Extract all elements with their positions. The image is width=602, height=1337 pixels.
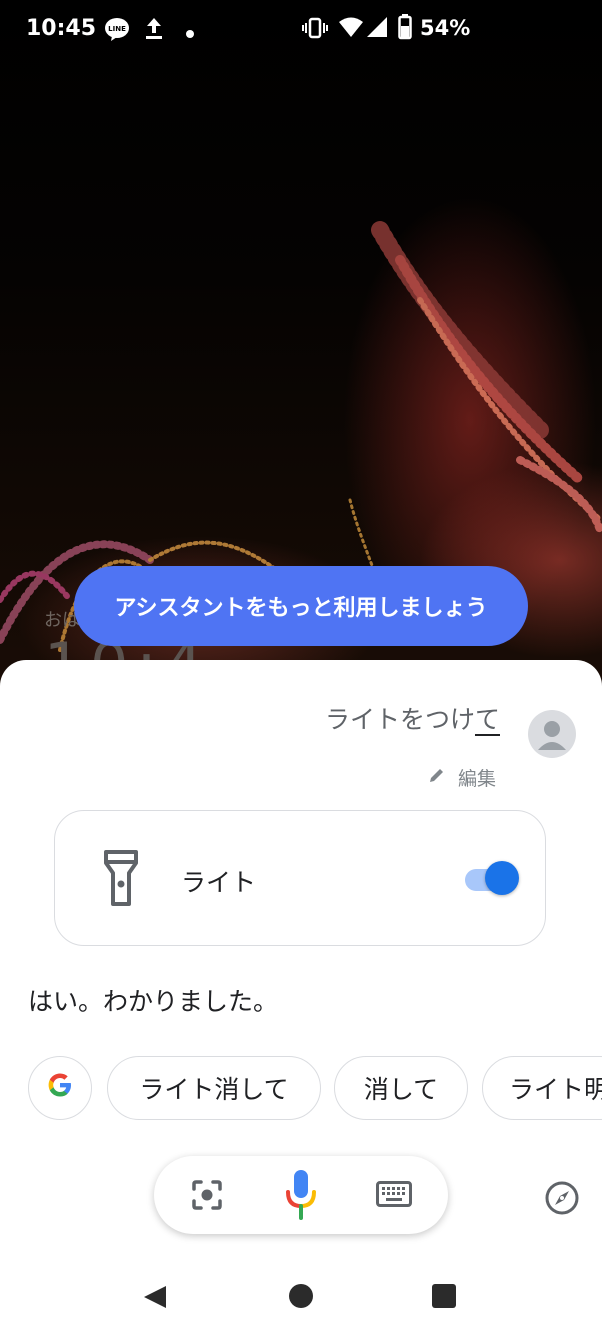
- line-icon: LINE: [104, 17, 130, 45]
- google-search-chip[interactable]: [28, 1056, 92, 1120]
- battery-percent: 54%: [420, 16, 471, 40]
- wifi-icon: [338, 16, 364, 42]
- suggestion-chips: ライト消して 消して ライト明: [0, 1056, 602, 1124]
- home-icon[interactable]: [289, 1284, 313, 1308]
- vibrate-icon: [302, 17, 328, 43]
- query-text-underlined: て: [474, 705, 500, 734]
- avatar[interactable]: [528, 710, 576, 758]
- query-text: ライトをつけ: [324, 705, 475, 734]
- status-time: 10:45: [26, 16, 97, 41]
- assistant-reply: はい。わかりました。: [28, 987, 279, 1016]
- edit-label: 編集: [458, 768, 497, 790]
- flashlight-label: ライト: [181, 868, 257, 897]
- google-icon: [47, 1072, 73, 1104]
- battery-icon: [398, 14, 412, 44]
- suggestion-chip[interactable]: ライト明: [482, 1056, 602, 1120]
- system-nav-bar: [0, 1270, 602, 1330]
- back-icon[interactable]: [142, 1284, 168, 1314]
- status-bar: 10:45 LINE 54%: [0, 0, 602, 58]
- assistant-input-bar: [154, 1156, 448, 1234]
- signal-icon: [366, 16, 388, 42]
- compass-icon[interactable]: [544, 1180, 580, 1220]
- svg-text:LINE: LINE: [108, 25, 126, 33]
- assistant-promo-button[interactable]: アシスタントをもっと利用しましょう: [74, 566, 528, 646]
- suggestion-chip[interactable]: ライト消して: [107, 1056, 321, 1120]
- recents-icon[interactable]: [432, 1284, 456, 1308]
- flashlight-card[interactable]: ライト: [54, 810, 546, 946]
- toggle-thumb: [485, 861, 519, 895]
- assistant-sheet: ライトをつけて 編集 ライト はい。わかりました。 ライト消して 消して ライト…: [0, 660, 602, 1337]
- edit-query-button[interactable]: 編集: [428, 764, 496, 791]
- keyboard-icon[interactable]: [376, 1181, 412, 1211]
- pencil-icon: [428, 766, 446, 789]
- upload-icon: [144, 16, 164, 44]
- flashlight-toggle[interactable]: [461, 861, 519, 897]
- user-query[interactable]: ライトをつけて: [325, 700, 500, 736]
- dot-icon: [185, 24, 195, 43]
- suggestion-chip[interactable]: 消して: [334, 1056, 468, 1120]
- flashlight-icon: [101, 849, 141, 911]
- lens-icon[interactable]: [190, 1178, 224, 1216]
- mic-icon[interactable]: [284, 1168, 318, 1226]
